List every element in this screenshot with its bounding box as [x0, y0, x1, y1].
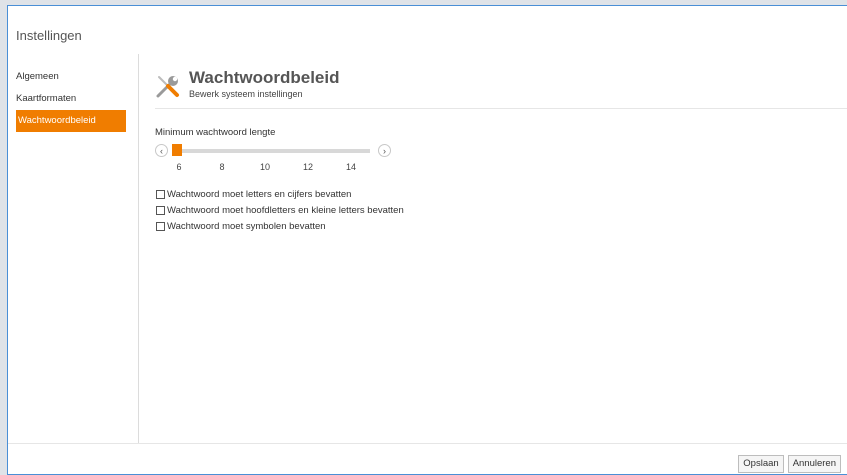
slider-tick-label: 14 [345, 162, 357, 172]
checkbox-case[interactable] [156, 205, 165, 215]
password-rules: Wachtwoord moet letters en cijfers bevat… [156, 186, 404, 234]
checkbox-row-case[interactable]: Wachtwoord moet hoofdletters en kleine l… [156, 202, 404, 218]
settings-dialog: Instellingen Algemeen Kaartformaten Wach… [7, 5, 847, 475]
sidebar-item-algemeen[interactable]: Algemeen [16, 66, 126, 88]
sidebar-divider [138, 54, 139, 444]
page-title: Wachtwoordbeleid [189, 68, 340, 87]
checkbox-letters-digits[interactable] [156, 189, 165, 199]
page-subtitle: Bewerk systeem instellingen [189, 89, 303, 99]
checkbox-label: Wachtwoord moet letters en cijfers bevat… [167, 188, 352, 200]
content-header: Wachtwoordbeleid Bewerk systeem instelli… [155, 68, 847, 99]
sidebar-item-wachtwoordbeleid[interactable]: Wachtwoordbeleid [16, 110, 126, 132]
slider-tick-label: 6 [176, 162, 182, 172]
checkbox-label: Wachtwoord moet hoofdletters en kleine l… [167, 204, 404, 216]
slider-handle[interactable] [172, 144, 182, 156]
checkbox-row-letters-digits[interactable]: Wachtwoord moet letters en cijfers bevat… [156, 186, 404, 202]
footer-buttons: Opslaan Annuleren [738, 455, 841, 473]
cancel-button[interactable]: Annuleren [787, 455, 841, 473]
sidebar: Algemeen Kaartformaten Wachtwoordbeleid [16, 66, 126, 132]
tools-icon [156, 76, 179, 98]
dialog-title: Instellingen [16, 28, 82, 43]
slider-track[interactable] [172, 149, 370, 153]
slider-tick-label: 12 [302, 162, 314, 172]
checkbox-symbols[interactable] [156, 221, 165, 231]
chevron-left-icon[interactable]: ‹ [155, 144, 168, 157]
slider-label: Minimum wachtwoord lengte [155, 127, 276, 138]
footer-divider [8, 443, 847, 444]
checkbox-label: Wachtwoord moet symbolen bevatten [167, 220, 326, 232]
checkbox-row-symbols[interactable]: Wachtwoord moet symbolen bevatten [156, 218, 404, 234]
save-button[interactable]: Opslaan [738, 455, 784, 473]
slider-tick-label: 8 [219, 162, 225, 172]
chevron-right-icon[interactable]: › [378, 144, 391, 157]
slider-tick-label: 10 [259, 162, 271, 172]
header-divider [155, 108, 847, 109]
sidebar-item-kaartformaten[interactable]: Kaartformaten [16, 88, 126, 110]
min-length-slider: ‹ › 6 8 10 12 14 [155, 143, 415, 177]
